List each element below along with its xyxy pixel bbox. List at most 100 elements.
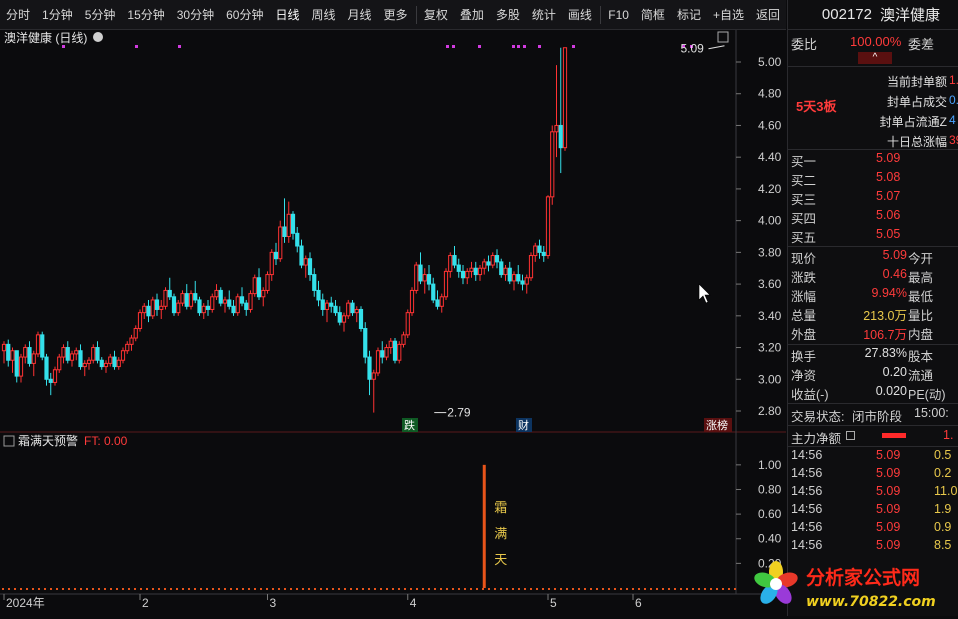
candle-body [546, 197, 549, 256]
toolbar-item[interactable]: F10 [602, 0, 635, 30]
price-tick-label: 5.00 [758, 55, 782, 69]
candle-body [266, 275, 269, 291]
stat-row: 涨跌 0.46 最高 [788, 267, 958, 285]
signal-dot [517, 45, 520, 48]
baseline-dot [302, 588, 304, 590]
baseline-dot [662, 588, 664, 590]
stat-label: 外盘 [791, 324, 816, 343]
collapse-up-icon[interactable]: ^ [858, 52, 892, 64]
toolbar-item[interactable]: 标记 [671, 0, 707, 30]
baseline-dot [686, 588, 688, 590]
toolbar-item[interactable]: 1分钟 [36, 0, 79, 30]
toolbar-item[interactable]: 多股 [490, 0, 526, 30]
bid-row[interactable]: 买一 5.09 [788, 151, 958, 169]
tick-volume: 1.9 [934, 502, 951, 516]
candle-body [338, 313, 341, 323]
price-tick-label: 4.00 [758, 214, 782, 228]
price-tick-label: 3.00 [758, 372, 782, 386]
baseline-dot [506, 588, 508, 590]
toolbar-item[interactable]: 画线 [562, 0, 598, 30]
baseline-dot [542, 588, 544, 590]
marker-cai: 财 [518, 418, 529, 432]
baseline-dot [50, 588, 52, 590]
candle-body [559, 125, 562, 147]
date-label: 2024年 [6, 596, 45, 610]
toolbar-item[interactable]: 叠加 [454, 0, 490, 30]
baseline-dot [704, 588, 706, 590]
baseline-dot [626, 588, 628, 590]
tick-price: 5.09 [876, 448, 900, 462]
baseline-dot [176, 588, 178, 590]
toolbar-item[interactable]: 60分钟 [220, 0, 269, 30]
candle-body [355, 309, 358, 312]
divider [788, 403, 958, 404]
baseline-dot [644, 588, 646, 590]
baseline-dot [554, 588, 556, 590]
candle-body [440, 297, 443, 307]
baseline-dot [428, 588, 430, 590]
candle-body [49, 379, 52, 382]
toolbar-item[interactable]: 返回 [750, 0, 786, 30]
tick-time: 14:56 [791, 484, 822, 498]
candle-body [160, 306, 163, 309]
candle-body [2, 344, 5, 350]
baseline-dot [152, 588, 154, 590]
seal-info-value: 1.1 [949, 73, 958, 87]
toolbar-item[interactable]: 周线 [305, 0, 341, 30]
divider [788, 149, 958, 150]
bid-row[interactable]: 买五 5.05 [788, 227, 958, 245]
candle-body [11, 351, 14, 361]
candle-body [381, 351, 384, 357]
toolbar: 分时1分钟5分钟15分钟30分钟60分钟日线周线月线更多复权叠加多股统计画线F1… [0, 0, 786, 30]
signal-dot [446, 45, 449, 48]
toolbar-item[interactable]: 30分钟 [171, 0, 220, 30]
toolbar-item[interactable]: 日线 [269, 0, 305, 30]
candle-body [240, 297, 243, 303]
toolbar-item[interactable]: 简框 [635, 0, 671, 30]
bid-row[interactable]: 买二 5.08 [788, 170, 958, 188]
candle-body [143, 306, 146, 312]
candle-body [279, 227, 282, 259]
tick-time: 14:56 [791, 466, 822, 480]
toolbar-item[interactable]: 月线 [342, 0, 378, 30]
candle-body [194, 294, 197, 300]
stock-header: 002172 澳洋健康 [788, 0, 958, 30]
bid-row[interactable]: 买四 5.06 [788, 208, 958, 226]
baseline-dot [728, 588, 730, 590]
baseline-dot [350, 588, 352, 590]
toolbar-item[interactable]: 统计 [526, 0, 562, 30]
weibi-value: 100.00% [850, 34, 901, 49]
candle-body [164, 290, 167, 306]
bid-price: 5.08 [876, 170, 900, 184]
main-flow-row[interactable]: 主力净额 1. [788, 428, 958, 446]
tick-time: 14:56 [791, 448, 822, 462]
toolbar-item[interactable]: 15分钟 [121, 0, 170, 30]
candle-body [449, 256, 452, 272]
toolbar-item[interactable]: +自选 [707, 0, 750, 30]
indicator-title: 霜满天预警 [18, 433, 78, 448]
baseline-dot [260, 588, 262, 590]
toolbar-item[interactable]: 复权 [418, 0, 454, 30]
candle-body [117, 360, 120, 366]
divider [788, 246, 958, 247]
candle-body [389, 341, 392, 347]
candle-body [351, 303, 354, 313]
toolbar-item[interactable]: 更多 [378, 0, 414, 30]
chart-area[interactable]: 澳洋健康 (日线)5.004.804.604.404.204.003.803.6… [0, 30, 786, 616]
candle-body [317, 290, 320, 300]
baseline-dot [464, 588, 466, 590]
high-arrow [709, 46, 725, 49]
baseline-dot [368, 588, 370, 590]
stat2-value: 27.83% [865, 346, 907, 360]
baseline-dot [608, 588, 610, 590]
toolbar-item[interactable]: 分时 [0, 0, 36, 30]
toolbar-item[interactable]: 5分钟 [79, 0, 122, 30]
signal-dot [512, 45, 515, 48]
tick-price: 5.09 [876, 466, 900, 480]
kline-chart[interactable]: 澳洋健康 (日线)5.004.804.604.404.204.003.803.6… [0, 30, 786, 616]
baseline-dot [44, 588, 46, 590]
candle-body [219, 290, 222, 303]
bid-row[interactable]: 买三 5.07 [788, 189, 958, 207]
flower-logo-icon: 分析家公式网 www.70822.com [748, 556, 958, 616]
baseline-dot [440, 588, 442, 590]
